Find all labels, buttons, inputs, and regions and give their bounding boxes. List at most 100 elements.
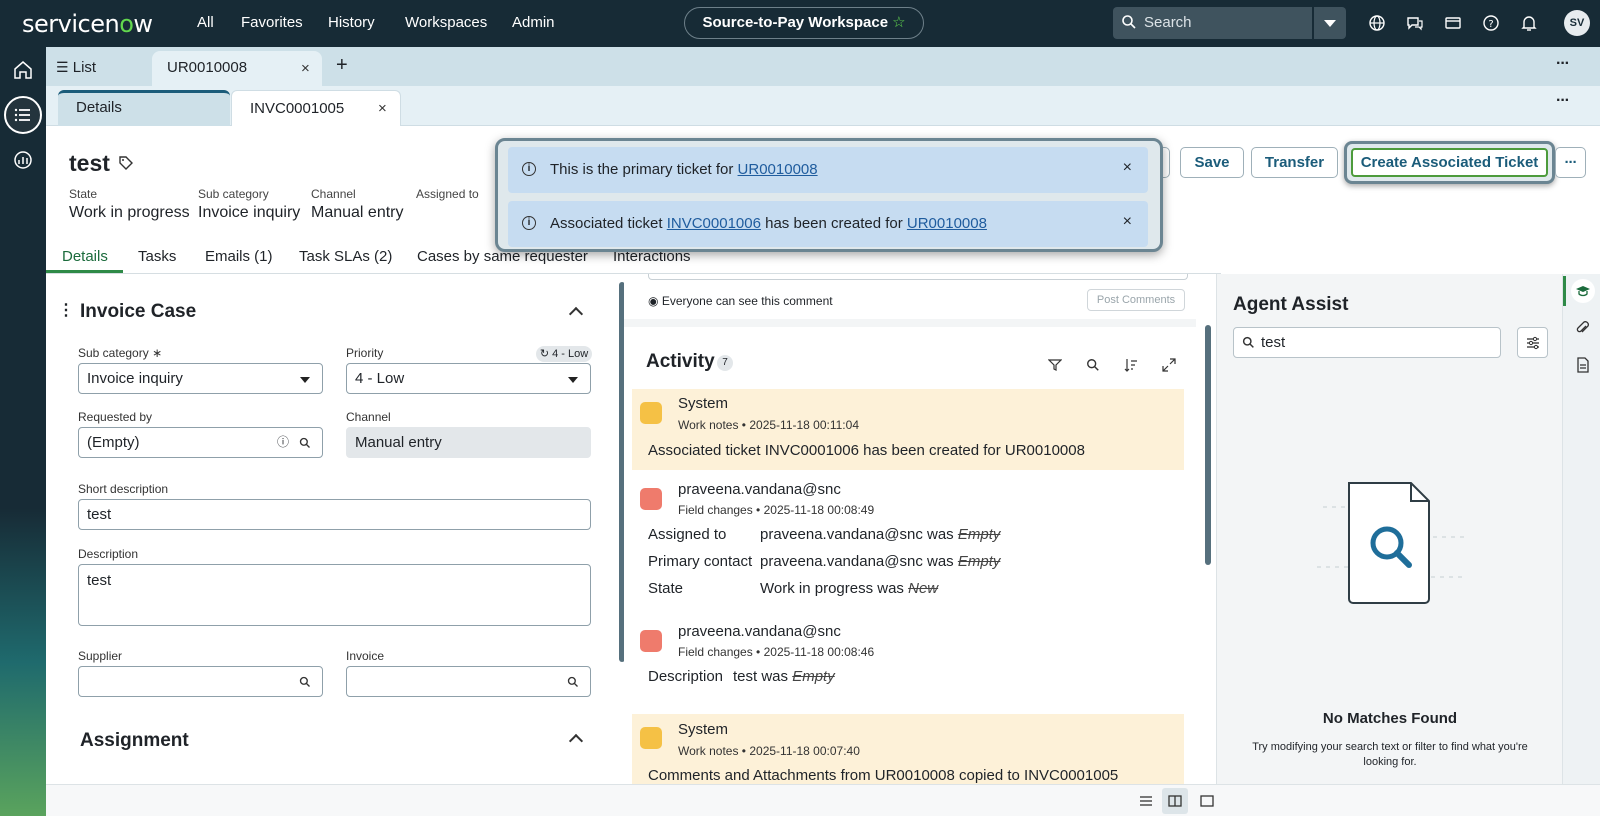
supplier-field[interactable] [78,666,323,697]
bell-icon[interactable] [1519,13,1539,33]
visibility-note: ◉ Everyone can see this comment [648,294,833,308]
tab-details[interactable]: Details [58,90,230,126]
analytics-icon[interactable] [12,149,34,171]
workspace-switcher[interactable]: Source-to-Pay Workspace ☆ [684,7,924,39]
paperclip-icon[interactable] [1576,321,1590,337]
search-icon[interactable] [1086,358,1100,372]
list-tab[interactable]: ☰ List [56,59,96,76]
channel-field-label: Channel [346,410,391,424]
activity-type: Work notes [678,744,739,758]
user-avatar[interactable]: SV [1564,10,1590,36]
tab-invc-label: INVC0001005 [250,100,345,117]
short-description-input[interactable]: test [78,499,591,530]
search-icon[interactable] [567,676,579,688]
search-icon [1122,15,1136,29]
nav-favorites[interactable]: Favorites [241,14,303,31]
collapse-icon[interactable] [568,306,584,322]
description-textarea[interactable]: test [78,564,591,626]
list-icon [14,108,30,122]
requested-by-field[interactable]: (Empty) ⓘ [78,427,323,458]
subcategory-field-label: Sub category ∗ [78,346,162,360]
help-icon[interactable]: ? [1481,13,1501,33]
supplier-label: Supplier [78,649,123,663]
toast-primary-ticket: i This is the primary ticket for UR00100… [508,147,1148,193]
agent-assist-search-input[interactable]: test [1233,327,1501,358]
activity-author: System [678,721,729,738]
nav-admin[interactable]: Admin [512,14,555,31]
svg-text:?: ? [1488,19,1493,30]
collapse-icon[interactable] [568,733,584,749]
full-width-layout-icon[interactable] [1200,794,1214,808]
graduation-cap-icon[interactable] [1571,279,1595,303]
nav-history[interactable]: History [328,14,375,31]
workspace-tab-row: ☰ List UR0010008 × + ··· [46,47,1600,86]
activity-item: System Work notes • 2025-11-18 00:11:04 … [632,389,1184,470]
more-icon[interactable]: ··· [1556,92,1570,110]
activity-author: System [678,395,729,412]
close-icon[interactable]: × [1123,213,1132,231]
subtab-details[interactable]: Details [62,248,108,265]
toast-link-ur0010008[interactable]: UR0010008 [907,215,987,232]
eye-icon: ◉ [648,294,659,308]
post-comments-button[interactable]: Post Comments [1087,289,1185,311]
close-tab-icon[interactable]: × [378,91,387,127]
tag-icon[interactable] [118,155,134,171]
global-search-input[interactable]: Search [1113,7,1312,39]
priority-select[interactable]: 4 - Low [346,363,591,394]
record-title: test [69,150,110,176]
tab-invc0001005[interactable]: INVC0001005 × [231,90,401,126]
search-scope-dropdown[interactable] [1314,7,1346,39]
list-tab-label: List [72,59,97,76]
description-label: Description [78,547,139,561]
subtab-task-slas[interactable]: Task SLAs (2) [299,248,392,265]
activity-scrollbar[interactable] [1205,325,1211,565]
nav-all[interactable]: All [197,14,214,31]
globe-icon[interactable] [1367,13,1387,33]
activity-time: 2025-11-18 00:11:04 [749,418,859,432]
two-column-layout-icon [1168,795,1182,807]
activity-type: Field changes [678,645,753,659]
two-column-layout-button[interactable] [1162,788,1188,814]
drag-handle-icon[interactable]: ⋮ [58,300,74,320]
tab-ur0010008[interactable]: UR0010008 × [152,51,322,86]
search-icon[interactable] [299,676,311,688]
channel-value: Manual entry [311,204,404,221]
transfer-button[interactable]: Transfer [1251,147,1338,178]
close-tab-icon[interactable]: × [301,60,310,77]
search-icon[interactable] [299,437,311,449]
search-settings-button[interactable] [1517,327,1548,358]
expand-icon[interactable] [1162,358,1176,372]
chat-icon[interactable] [1405,13,1425,33]
payment-icon[interactable] [1443,13,1463,33]
info-icon[interactable]: ⓘ [277,428,289,457]
filter-icon[interactable] [1048,358,1062,372]
activity-message: Associated ticket INVC0001006 has been c… [648,442,1085,459]
subcategory-label: Sub category [198,187,269,201]
toast-link-ur0010008[interactable]: UR0010008 [738,161,818,178]
sort-icon[interactable] [1124,358,1138,372]
more-actions-button[interactable]: ··· [1555,147,1586,178]
no-matches-title: No Matches Found [1322,710,1458,727]
invoice-field[interactable] [346,666,591,697]
document-icon[interactable] [1576,357,1590,373]
subtab-emails[interactable]: Emails (1) [205,248,273,265]
comment-textarea[interactable] [648,274,1188,280]
star-icon[interactable]: ☆ [892,14,905,31]
subcategory-select[interactable]: Invoice inquiry [78,363,323,394]
subtab-tasks[interactable]: Tasks [138,248,176,265]
save-button[interactable]: Save [1180,147,1244,178]
nav-workspaces[interactable]: Workspaces [405,14,487,31]
workspace-name: Source-to-Pay Workspace [702,14,889,31]
tab-ur0010008-label: UR0010008 [167,59,248,76]
agent-assist-panel: Agent Assist test No Matches Found Try m… [1216,274,1562,784]
pencil-icon [640,488,662,510]
home-icon[interactable] [12,59,34,81]
create-associated-ticket-button[interactable]: Create Associated Ticket [1351,148,1548,177]
single-column-layout-icon[interactable] [1139,794,1153,808]
servicenow-logo[interactable]: servicenow [22,10,153,38]
more-icon[interactable]: ··· [1556,55,1570,73]
close-icon[interactable]: × [1123,159,1132,177]
toast-link-invc0001006[interactable]: INVC0001006 [667,215,761,232]
add-tab-icon[interactable]: + [336,54,348,77]
record-tab-row: Details INVC0001005 × ··· [46,86,1600,126]
